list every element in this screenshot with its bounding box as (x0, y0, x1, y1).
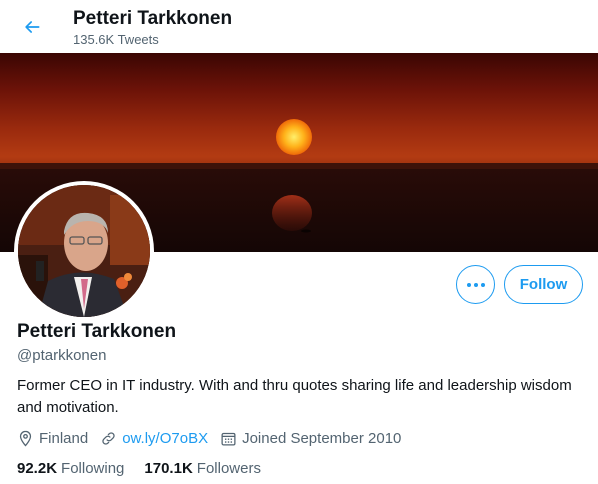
more-options-button[interactable] (456, 265, 495, 304)
calendar-icon (221, 432, 236, 446)
location-text: Finland (39, 429, 89, 447)
more-dot-icon (480, 282, 485, 287)
website-item: ow.ly/O7oBX (100, 430, 208, 447)
link-icon (102, 431, 115, 445)
back-arrow-icon (25, 21, 40, 33)
following-count: 92.2K (17, 460, 58, 477)
profile-meta-row: Finland ow.ly/O7oBX Joined September 201… (17, 428, 413, 448)
profile-handle: @ptarkkonen (17, 347, 107, 364)
location-item: Finland (17, 430, 88, 447)
joined-text: Joined September 2010 (242, 429, 402, 447)
header-tweet-count: 135.6K Tweets (73, 32, 159, 47)
back-button[interactable] (14, 9, 50, 45)
profile-header-bar: Petteri Tarkkonen 135.6K Tweets (0, 0, 598, 53)
profile-name: Petteri Tarkkonen (17, 321, 177, 342)
more-dot-icon (473, 282, 478, 287)
profile-bio: Former CEO in IT industry. With and thru… (17, 377, 572, 416)
follow-stats: 92.2K Following 170.1K Followers (17, 460, 281, 477)
header-profile-name: Petteri Tarkkonen (73, 8, 233, 29)
more-dot-icon (466, 282, 471, 287)
following-link[interactable]: 92.2K Following (17, 460, 124, 477)
followers-link[interactable]: 170.1K Followers (144, 460, 261, 477)
avatar[interactable] (14, 181, 154, 321)
following-label: Following (61, 460, 125, 477)
followers-label: Followers (196, 460, 261, 477)
avatar-image (18, 185, 150, 317)
website-link[interactable]: ow.ly/O7oBX (122, 430, 208, 447)
joined-item: Joined September 2010 (220, 430, 401, 447)
followers-count: 170.1K (144, 460, 193, 477)
follow-button[interactable]: Follow (504, 265, 583, 304)
location-pin-icon (19, 430, 32, 447)
